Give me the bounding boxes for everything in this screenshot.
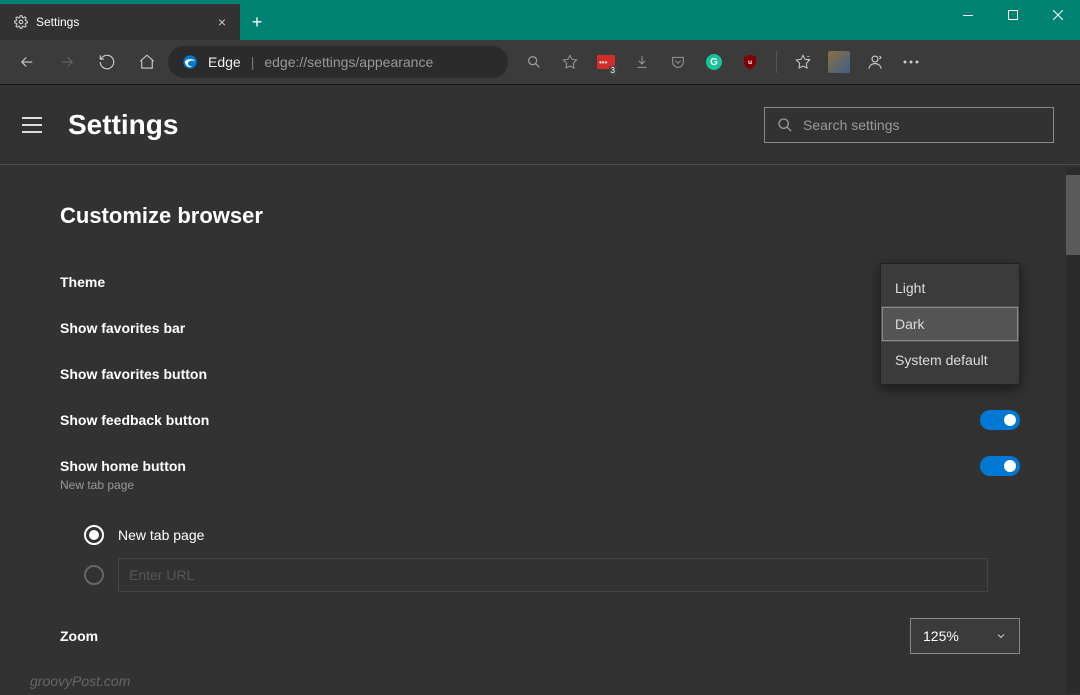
settings-content: Customize browser Theme Dark Show favori… — [0, 167, 1080, 695]
zoom-value: 125% — [923, 628, 959, 644]
row-feedback-button: Show feedback button — [60, 397, 1020, 443]
page-title: Settings — [68, 109, 178, 141]
theme-dropdown-popup: Light Dark System default — [880, 263, 1020, 385]
profile-label: Edge — [208, 54, 241, 70]
tab-close-button[interactable]: × — [214, 14, 230, 30]
theme-option-system[interactable]: System default — [881, 342, 1019, 378]
extension-lastpass-icon[interactable]: ••• 3 — [590, 46, 622, 78]
radio-row-url — [84, 555, 1020, 595]
home-url-input[interactable] — [118, 558, 988, 592]
url-text: edge://settings/appearance — [264, 54, 433, 70]
radio-url[interactable] — [84, 565, 104, 585]
search-input[interactable] — [803, 117, 1041, 133]
settings-search[interactable] — [764, 107, 1054, 143]
extension-ublock-icon[interactable]: u — [734, 46, 766, 78]
edge-logo-icon — [182, 54, 198, 70]
forward-button[interactable] — [48, 43, 86, 81]
new-tab-button[interactable]: + — [240, 4, 274, 40]
profile-avatar[interactable] — [823, 46, 855, 78]
favorite-star-icon[interactable] — [554, 46, 586, 78]
home-button-label: Show home button — [60, 458, 980, 474]
feedback-toggle[interactable] — [980, 410, 1020, 430]
favorites-list-icon[interactable] — [787, 46, 819, 78]
browser-toolbar: Edge | edge://settings/appearance ••• 3 … — [0, 40, 1080, 85]
settings-header: Settings — [0, 85, 1080, 165]
window-close-button[interactable] — [1035, 0, 1080, 30]
back-button[interactable] — [8, 43, 46, 81]
watermark: groovyPost.com — [30, 673, 130, 689]
vertical-scrollbar[interactable] — [1066, 167, 1080, 693]
collections-icon[interactable] — [859, 46, 891, 78]
radio-newtab-label: New tab page — [118, 527, 204, 543]
row-favorites-bar: Show favorites bar — [60, 305, 1020, 351]
home-radio-group: New tab page — [60, 515, 1020, 595]
home-button[interactable] — [128, 43, 166, 81]
scrollbar-thumb[interactable] — [1066, 175, 1080, 255]
more-menu-button[interactable] — [895, 46, 927, 78]
search-icon — [777, 117, 793, 133]
row-home-button: Show home button New tab page — [60, 443, 1020, 489]
favorites-bar-label: Show favorites bar — [60, 320, 1020, 336]
hamburger-menu-button[interactable] — [22, 111, 50, 139]
section-title: Customize browser — [60, 203, 1020, 229]
gear-icon — [14, 15, 28, 29]
window-maximize-button[interactable] — [990, 0, 1035, 30]
zoom-search-icon[interactable] — [518, 46, 550, 78]
zoom-select[interactable]: 125% — [910, 618, 1020, 654]
chevron-down-icon — [995, 630, 1007, 642]
row-theme: Theme Dark — [60, 259, 1020, 305]
address-bar[interactable]: Edge | edge://settings/appearance — [168, 46, 508, 78]
refresh-button[interactable] — [88, 43, 126, 81]
row-favorites-button: Show favorites button — [60, 351, 1020, 397]
radio-row-newtab: New tab page — [84, 515, 1020, 555]
separator: | — [251, 54, 255, 70]
home-button-subtext: New tab page — [60, 478, 134, 492]
extension-download-icon[interactable] — [626, 46, 658, 78]
theme-label: Theme — [60, 274, 880, 290]
zoom-label: Zoom — [60, 628, 910, 644]
extension-grammarly-icon[interactable]: G — [698, 46, 730, 78]
theme-option-light[interactable]: Light — [881, 270, 1019, 306]
home-toggle[interactable] — [980, 456, 1020, 476]
feedback-button-label: Show feedback button — [60, 412, 980, 428]
favorites-button-label: Show favorites button — [60, 366, 1020, 382]
tab-title: Settings — [36, 15, 79, 29]
window-titlebar: Settings × + — [0, 0, 1080, 40]
row-zoom: Zoom 125% — [60, 613, 1020, 659]
extension-divider — [776, 51, 777, 73]
radio-newtab[interactable] — [84, 525, 104, 545]
browser-tab-settings[interactable]: Settings × — [0, 4, 240, 40]
window-minimize-button[interactable] — [945, 0, 990, 30]
theme-option-dark[interactable]: Dark — [881, 306, 1019, 342]
extension-pocket-icon[interactable] — [662, 46, 694, 78]
svg-text:u: u — [748, 59, 752, 66]
